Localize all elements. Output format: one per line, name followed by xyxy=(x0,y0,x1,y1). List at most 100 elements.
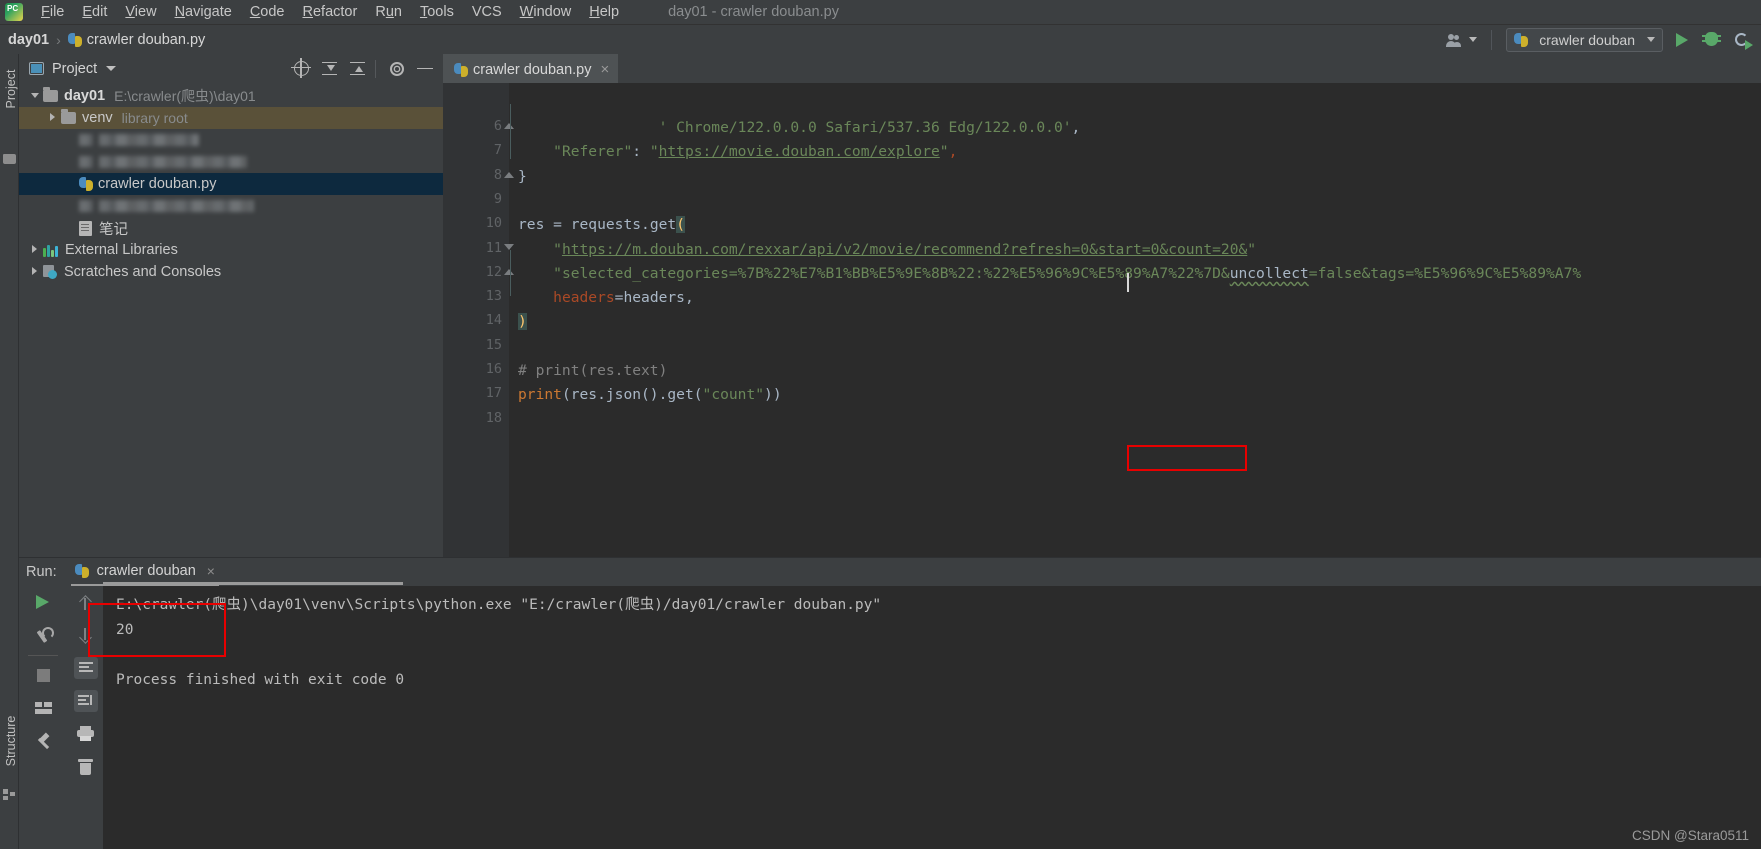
tree-item-scratches-consoles[interactable]: Scratches and Consoles xyxy=(19,261,443,283)
annotation-box-output xyxy=(88,603,226,657)
code-token: )) xyxy=(764,386,782,404)
project-panel-header: Project xyxy=(19,54,443,83)
hide-minus-icon[interactable] xyxy=(413,57,437,81)
line-number-gutter: 6 7 8 9 10 11 12 13 14 15 16 17 18 xyxy=(443,83,514,557)
chevron-down-icon[interactable] xyxy=(106,66,117,71)
menu-item-vcs[interactable]: VCS xyxy=(463,2,511,22)
code-line-7: "Referer": "https://movie.douban.com/exp… xyxy=(518,140,957,164)
menu-item-code[interactable]: Code xyxy=(241,2,294,22)
tree-item-external-libraries[interactable]: External Libraries xyxy=(19,239,443,261)
menu-item-help[interactable]: Help xyxy=(580,2,628,22)
tree-item-blurred-2[interactable] xyxy=(19,151,443,173)
tool-window-button-structure[interactable]: Structure xyxy=(4,706,18,776)
scroll-to-end-icon[interactable] xyxy=(67,685,103,718)
folder-icon xyxy=(3,154,16,164)
toolbar-divider xyxy=(375,59,376,78)
layout-icon[interactable] xyxy=(19,692,67,725)
tree-item-crawler-douban-py[interactable]: crawler douban.py xyxy=(19,173,443,195)
code-token: " xyxy=(939,143,949,161)
left-tool-strip: Project Structure xyxy=(0,54,19,849)
wrench-settings-icon[interactable] xyxy=(19,619,67,652)
chevron-closed-icon[interactable] xyxy=(27,239,43,261)
chevron-closed-icon[interactable] xyxy=(27,261,43,283)
run-play-icon[interactable] xyxy=(19,586,67,619)
code-line-13: headers=headers, xyxy=(518,286,694,310)
project-view-icon xyxy=(29,62,44,75)
menu-item-navigate[interactable]: Navigate xyxy=(166,2,241,22)
breadcrumb-file[interactable]: crawler douban.py xyxy=(87,32,206,48)
blurred-icon xyxy=(79,156,93,168)
chevron-open-icon[interactable] xyxy=(27,85,43,107)
tool-window-button-project[interactable]: Project xyxy=(4,56,18,122)
run-play-icon[interactable] xyxy=(1671,29,1693,51)
code-token: requests xyxy=(570,216,642,234)
tree-item-day01[interactable]: day01 E:\crawler(爬虫)\day01 xyxy=(19,85,443,107)
stop-icon[interactable] xyxy=(19,659,67,692)
code-line-8: } xyxy=(518,165,527,189)
run-tool-window: Run: crawler douban × E:\crawler(爬虫)\day xyxy=(19,557,1761,849)
blurred-label xyxy=(99,200,254,212)
tree-item-blurred-3[interactable] xyxy=(19,195,443,217)
code-token: = xyxy=(553,216,571,234)
rerun-icon[interactable] xyxy=(1731,29,1753,51)
menu-item-tools[interactable]: Tools xyxy=(411,2,463,22)
expand-all-icon[interactable] xyxy=(318,57,342,81)
people-icon[interactable] xyxy=(1446,33,1462,47)
menu-item-view[interactable]: View xyxy=(116,2,165,22)
tree-item-info: E:\crawler(爬虫)\day01 xyxy=(114,88,256,104)
note-file-icon xyxy=(79,220,92,236)
line-number-14: 14 xyxy=(485,312,502,329)
structure-icon xyxy=(3,789,16,800)
settings-gear-icon[interactable] xyxy=(385,57,409,81)
print-icon[interactable] xyxy=(67,718,103,751)
locate-target-icon[interactable] xyxy=(290,57,314,81)
python-file-icon xyxy=(79,177,93,191)
code-token: , xyxy=(948,143,958,161)
line-number-13: 13 xyxy=(485,288,502,305)
editor-tab-crawler-douban[interactable]: crawler douban.py × xyxy=(443,54,619,83)
code-token: https://movie.douban.com/explore xyxy=(658,143,940,161)
menu-item-run[interactable]: Run xyxy=(366,2,411,22)
menu-item-edit[interactable]: Edit xyxy=(73,2,116,22)
python-file-icon xyxy=(454,62,468,77)
close-icon[interactable]: × xyxy=(207,563,215,579)
tree-item-info: library root xyxy=(121,110,188,126)
blurred-label xyxy=(99,134,199,146)
pycharm-window: FileEditViewNavigateCodeRefactorRunTools… xyxy=(0,0,1761,849)
run-console-output[interactable]: E:\crawler(爬虫)\day01\venv\Scripts\python… xyxy=(103,586,1761,849)
menu-item-file[interactable]: File xyxy=(32,2,73,22)
line-number-11: 11 xyxy=(485,239,502,256)
line-number-18: 18 xyxy=(485,409,502,426)
code-token: (res.json().get( xyxy=(561,386,703,404)
collapse-all-icon[interactable] xyxy=(346,57,370,81)
code-line-17: print(res.json().get("count")) xyxy=(518,383,782,407)
line-number-15: 15 xyxy=(485,336,502,353)
python-config-icon xyxy=(1514,32,1529,47)
breadcrumb-root[interactable]: day01 xyxy=(8,32,49,48)
source-code[interactable]: ' Chrome/122.0.0.0 Safari/537.36 Edg/122… xyxy=(509,83,1761,557)
project-tool-window: Project day01 E:\crawler(爬虫)\day01 venv lib… xyxy=(19,54,443,557)
code-viewport[interactable]: 6 7 8 9 10 11 12 13 14 15 16 17 18 ' Chrome/122.0.0.… xyxy=(443,83,1761,557)
trash-icon[interactable] xyxy=(67,751,103,784)
tree-item-venv[interactable]: venv library root xyxy=(19,107,443,129)
pin-icon[interactable] xyxy=(19,725,67,758)
run-configuration-selector[interactable]: crawler douban xyxy=(1506,27,1663,52)
tree-item-biji[interactable]: 笔记 xyxy=(19,217,443,239)
chevron-closed-icon[interactable] xyxy=(45,107,61,129)
tree-item-blurred-1[interactable] xyxy=(19,129,443,151)
blurred-label xyxy=(99,156,247,168)
code-token: } xyxy=(518,167,527,185)
chevron-down-icon[interactable] xyxy=(1647,37,1655,42)
chevron-down-icon[interactable] xyxy=(1469,37,1478,42)
menu-item-refactor[interactable]: Refactor xyxy=(294,2,367,22)
close-icon[interactable]: × xyxy=(601,62,610,77)
debug-bug-icon[interactable] xyxy=(1701,29,1723,51)
menu-item-window[interactable]: Window xyxy=(511,2,581,22)
tree-item-label: External Libraries xyxy=(65,242,178,258)
pycharm-logo-icon xyxy=(5,3,23,21)
